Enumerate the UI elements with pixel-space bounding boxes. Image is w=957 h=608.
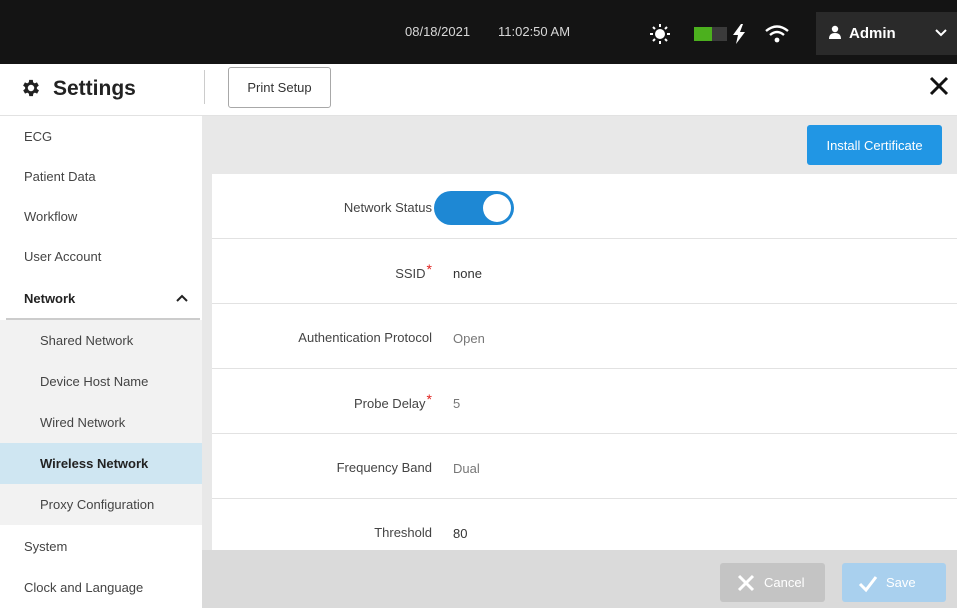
user-menu[interactable]: Admin [816,12,957,55]
header-divider [204,70,205,104]
probe-delay-row: Probe Delay* 5 [212,369,957,434]
probe-delay-label-text: Probe Delay [354,396,426,411]
sidebar-item-ecg[interactable]: ECG [0,116,202,157]
required-marker: * [426,391,432,407]
user-icon [829,25,841,39]
cancel-button[interactable]: Cancel [720,563,825,602]
network-status-row: Network Status [212,174,957,239]
sidebar-item-proxy-configuration[interactable]: Proxy Configuration [0,484,202,525]
time-display: 11:02:50 AM [498,24,571,39]
status-bar: 08/18/2021 11:02:50 AM Admin [0,0,957,64]
network-status-toggle[interactable] [434,191,514,225]
install-certificate-button[interactable]: Install Certificate [807,125,942,165]
date-display: 08/18/2021 [405,24,471,39]
wireless-network-panel: Install Certificate Network Status SSID*… [202,116,957,608]
battery-icon [694,27,727,41]
cancel-label: Cancel [764,575,805,590]
sidebar-item-device-host-name[interactable]: Device Host Name [0,361,202,402]
charging-bolt-icon [733,24,745,44]
frequency-band-label: Frequency Band [336,460,432,475]
chevron-down-icon[interactable] [935,28,947,38]
checkmark-icon [858,576,878,593]
authentication-protocol-row: Authentication Protocol Open [212,304,957,369]
sidebar-item-network[interactable]: Network [0,278,202,319]
threshold-row: Threshold 80 [212,499,957,550]
wireless-settings-form: Network Status SSID* none Authentication… [212,174,957,550]
sidebar-item-wireless-network[interactable]: Wireless Network [0,443,202,484]
sidebar-item-workflow[interactable]: Workflow [0,196,202,237]
threshold-label: Threshold [374,525,432,540]
username: Admin [849,25,896,42]
gear-icon [23,79,39,97]
ssid-field[interactable]: none [453,266,482,281]
sidebar-item-label: Network [24,291,76,306]
save-button[interactable]: Save [842,563,946,602]
threshold-field[interactable]: 80 [453,526,467,541]
sidebar-item-user-account[interactable]: User Account [0,236,202,277]
ssid-row: SSID* none [212,239,957,304]
required-marker: * [426,261,432,277]
brightness-icon[interactable] [650,24,670,44]
probe-delay-label: Probe Delay* [354,391,432,411]
wifi-icon[interactable] [765,25,789,43]
frequency-band-field[interactable]: Dual [453,461,480,476]
page-title: Settings [53,77,136,100]
sidebar-item-system[interactable]: System [0,526,202,567]
probe-delay-field[interactable]: 5 [453,396,460,411]
ssid-label-text: SSID [395,266,426,281]
close-icon [737,574,755,592]
sidebar-item-patient-data[interactable]: Patient Data [0,156,202,197]
sidebar-item-wired-network[interactable]: Wired Network [0,402,202,443]
network-status-label: Network Status [343,200,432,215]
battery-level-fill [694,27,713,41]
sidebar-item-shared-network[interactable]: Shared Network [0,320,202,361]
frequency-band-row: Frequency Band Dual [212,434,957,499]
authentication-protocol-field[interactable]: Open [453,331,485,346]
sidebar-item-clock-and-language[interactable]: Clock and Language [0,567,202,608]
authentication-protocol-label: Authentication Protocol [298,330,432,345]
settings-header: Settings Print Setup [0,64,957,116]
close-icon[interactable] [929,76,949,96]
tab-print-setup[interactable]: Print Setup [228,67,331,108]
settings-sidebar: ECG Patient Data Workflow User Account N… [0,116,202,608]
toggle-knob [483,194,511,222]
chevron-up-icon[interactable] [176,293,188,303]
ssid-label: SSID* [395,261,432,281]
save-label: Save [886,575,916,590]
form-footer: Cancel Save [202,550,957,608]
